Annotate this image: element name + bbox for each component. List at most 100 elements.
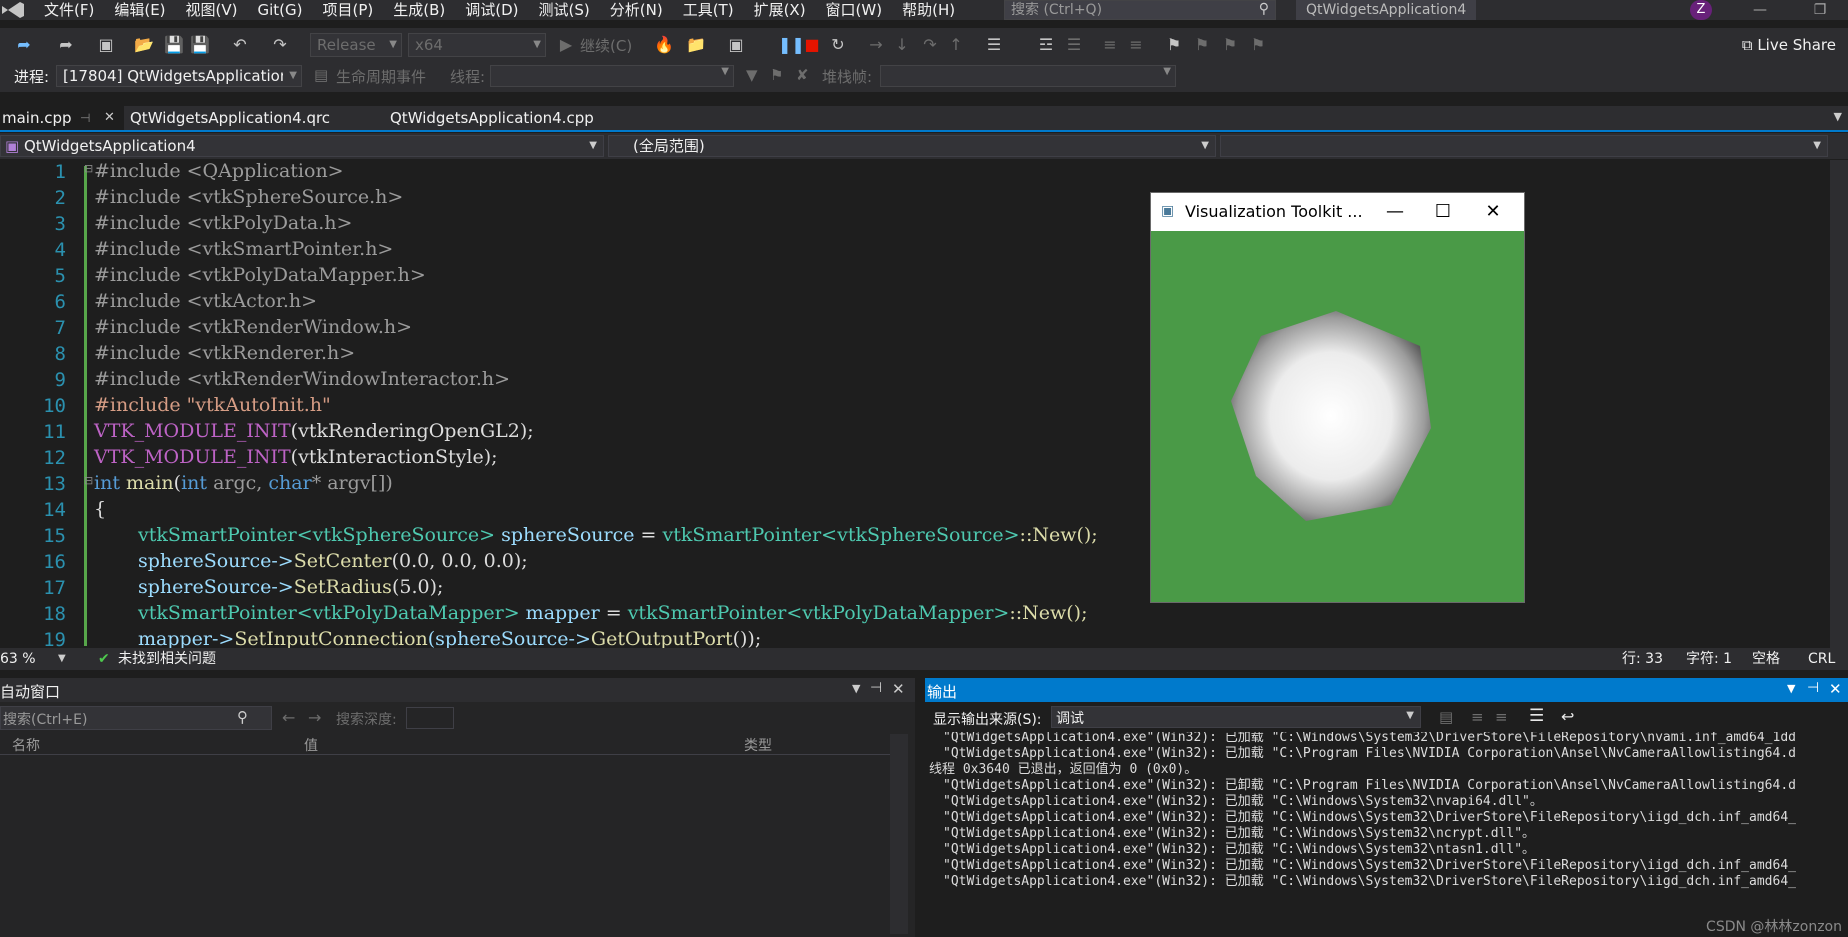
vtk-render-window[interactable]: ▣ Visualization Toolkit ... — ☐ ✕ (1150, 192, 1525, 603)
column-value[interactable]: 值 (304, 735, 318, 755)
live-share-button[interactable]: ⧉ Live Share (1742, 36, 1836, 54)
lifecycle-events-icon[interactable]: ▤ (314, 66, 328, 84)
stop-icon[interactable]: ■ (802, 35, 822, 55)
member-dropdown[interactable]: ▼ (1220, 135, 1828, 157)
menu-file[interactable]: 文件(F) (34, 0, 104, 20)
flag-threads-icon[interactable]: ✘ (796, 66, 809, 84)
save-all-icon[interactable]: 💾 (190, 35, 210, 55)
tab-main-cpp[interactable]: main.cpp ⊣ ✕ (0, 106, 124, 130)
platform-dropdown[interactable]: x64 ▼ (408, 33, 546, 57)
next-bookmark-icon[interactable]: ⚑ (1220, 35, 1240, 55)
step-over-icon[interactable]: ↷ (920, 35, 940, 55)
close-icon[interactable]: ✕ (1829, 680, 1842, 698)
open-folder-icon[interactable]: 📂 (134, 35, 154, 55)
uncomment-icon[interactable]: ≡ (1126, 35, 1146, 55)
menu-view[interactable]: 视图(V) (176, 0, 248, 20)
menu-analyze[interactable]: 分析(N) (600, 0, 673, 20)
output-text-area[interactable]: "QtWidgetsApplication4.exe"(Win32): 已加载 … (925, 732, 1848, 937)
search-back-icon[interactable]: ← (282, 708, 295, 727)
word-wrap-icon[interactable]: ↩ (1561, 707, 1574, 726)
char-indicator[interactable]: 字符: 1 (1686, 648, 1732, 670)
back-icon[interactable]: ➦ (14, 35, 34, 55)
redo-icon[interactable]: ↷ (270, 35, 290, 55)
save-icon[interactable]: 💾 (164, 35, 184, 55)
pin-icon[interactable]: ⊣ (80, 106, 90, 130)
filter-icon[interactable]: ▼ (746, 66, 758, 84)
search-input[interactable]: 搜索 (Ctrl+Q) ⚲ (1004, 0, 1276, 20)
search-forward-icon[interactable]: → (308, 708, 321, 727)
column-type[interactable]: 类型 (744, 735, 772, 755)
zoom-level[interactable]: 63 % (0, 648, 36, 670)
menu-edit[interactable]: 编辑(E) (104, 0, 175, 20)
vtk-window-titlebar[interactable]: ▣ Visualization Toolkit ... — ☐ ✕ (1151, 193, 1524, 231)
step-into-icon[interactable]: ↓ (892, 35, 912, 55)
menu-help[interactable]: 帮助(H) (892, 0, 965, 20)
new-project-icon[interactable]: ▣ (96, 35, 116, 55)
close-icon[interactable]: ✕ (892, 680, 905, 698)
browse-icon[interactable]: 📁 (686, 35, 706, 55)
clear-all-icon[interactable]: ☰ (1529, 706, 1544, 726)
next-message-icon[interactable]: ≡ (1495, 708, 1508, 726)
project-dropdown[interactable]: ▣ QtWidgetsApplication4 ▼ (0, 135, 604, 157)
process-dropdown[interactable]: [17804] QtWidgetsApplication4 ▼ (56, 65, 302, 87)
flag-icon[interactable]: ⚑ (770, 66, 783, 84)
autos-search-input[interactable]: 搜索(Ctrl+E) ⚲ (0, 706, 272, 730)
hot-reload-icon[interactable]: 🔥 (654, 35, 674, 55)
close-icon[interactable]: ✕ (104, 106, 115, 130)
search-depth-dropdown[interactable] (406, 707, 454, 729)
close-icon[interactable]: ✕ (1473, 199, 1513, 225)
menu-build[interactable]: 生成(B) (383, 0, 455, 20)
tab-application-cpp[interactable]: QtWidgetsApplication4.cpp (390, 106, 630, 130)
output-titlebar[interactable]: 输出 ▼ ⊣ ✕ (925, 678, 1848, 702)
menu-git[interactable]: Git(G) (248, 0, 313, 20)
restart-icon[interactable]: ↻ (828, 35, 848, 55)
minimize-icon[interactable]: — (1375, 199, 1415, 225)
tab-overflow-icon[interactable]: ▼ (1834, 110, 1842, 123)
thread-dropdown[interactable]: ▼ (490, 65, 734, 87)
configuration-dropdown[interactable]: Release ▼ (310, 33, 402, 57)
show-next-statement-icon[interactable]: → (866, 35, 886, 55)
search-icon[interactable]: ⚲ (237, 708, 248, 726)
collapse-icon[interactable]: ⊟ (84, 162, 93, 175)
column-name[interactable]: 名称 (12, 735, 40, 755)
pin-icon[interactable]: ⊣ (870, 680, 882, 696)
output-source-dropdown[interactable]: 调试 ▼ (1051, 706, 1421, 728)
stack-frame-dropdown[interactable]: ▼ (880, 65, 1176, 87)
find-message-icon[interactable]: ▤ (1439, 708, 1453, 726)
menu-debug[interactable]: 调试(D) (455, 0, 528, 20)
hex-display-icon[interactable]: ☰ (984, 35, 1004, 55)
pause-icon[interactable]: ❚❚ (778, 35, 805, 55)
continue-button[interactable]: 继续(C) (580, 35, 632, 56)
diagnostics-icon[interactable]: ☰ (1064, 35, 1084, 55)
scope-dropdown[interactable]: (全局范围) ▼ (608, 135, 1216, 157)
maximize-icon[interactable]: ☐ (1423, 199, 1463, 225)
whitespace-indicator[interactable]: 空格 (1752, 648, 1780, 670)
chevron-down-icon[interactable]: ▼ (58, 648, 66, 670)
chevron-down-icon[interactable]: ▼ (1787, 682, 1795, 695)
autos-scrollbar[interactable] (890, 734, 908, 934)
menu-window[interactable]: 窗口(W) (816, 0, 893, 20)
bookmark-icon[interactable]: ⚑ (1164, 35, 1184, 55)
step-out-icon[interactable]: ↑ (946, 35, 966, 55)
threads-icon[interactable]: ☲ (1036, 35, 1056, 55)
line-indicator[interactable]: 行: 33 (1622, 648, 1663, 670)
minimize-icon[interactable]: — (1740, 0, 1780, 20)
collapse-icon[interactable]: ⊟ (84, 474, 93, 487)
menu-project[interactable]: 项目(P) (313, 0, 384, 20)
issues-status[interactable]: 未找到相关问题 (118, 648, 216, 670)
prev-bookmark-icon[interactable]: ⚑ (1192, 35, 1212, 55)
clear-bookmarks-icon[interactable]: ⚑ (1248, 35, 1268, 55)
avatar[interactable]: Z (1690, 0, 1712, 20)
autos-titlebar[interactable]: 自动窗口 ▼ ⊣ ✕ (0, 678, 915, 702)
editor-vertical-scrollbar[interactable] (1830, 160, 1848, 648)
chevron-down-icon[interactable]: ▼ (852, 682, 860, 695)
menu-test[interactable]: 测试(S) (529, 0, 600, 20)
menu-tools[interactable]: 工具(T) (673, 0, 744, 20)
tab-qrc[interactable]: QtWidgetsApplication4.qrc (130, 106, 370, 130)
lifecycle-events-button[interactable]: 生命周期事件 (336, 66, 426, 87)
menu-extensions[interactable]: 扩展(X) (744, 0, 816, 20)
code-editor[interactable]: 1 2 3 4 5 6 7 8 9 10 11 12 13 14 15 16 1… (0, 160, 1848, 648)
pin-icon[interactable]: ⊣ (1807, 680, 1819, 696)
comment-icon[interactable]: ≡ (1100, 35, 1120, 55)
undo-icon[interactable]: ↶ (230, 35, 250, 55)
